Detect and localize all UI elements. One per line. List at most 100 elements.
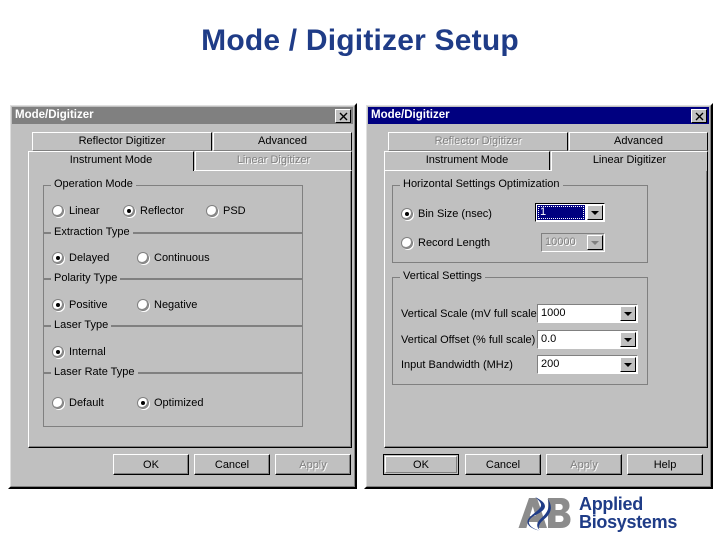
chevron-down-icon: [587, 235, 603, 250]
tab-instrument-mode[interactable]: Instrument Mode: [28, 151, 194, 171]
ok-button[interactable]: OK: [383, 454, 459, 475]
tab-label: Reflector Digitizer: [434, 135, 522, 147]
radio-laser-rate-default[interactable]: Default: [52, 397, 104, 409]
group-label: Vertical Settings: [400, 271, 485, 282]
record-length-combo: 10000: [541, 233, 605, 252]
left-dialog-title: Mode/Digitizer: [15, 109, 94, 121]
radio-dot-icon: [52, 299, 64, 311]
radio-dot-icon: [52, 252, 64, 264]
right-dialog-title: Mode/Digitizer: [371, 109, 450, 121]
vertical-scale-label: Vertical Scale (mV full scale): [401, 308, 541, 320]
group-label: Laser Type: [51, 320, 112, 331]
radio-dot-icon: [137, 397, 149, 409]
radio-dot-icon: [52, 346, 64, 358]
tab-advanced[interactable]: Advanced: [213, 132, 352, 151]
applied-biosystems-logo: Applied Biosystems: [515, 490, 715, 535]
button-label: OK: [413, 458, 429, 471]
input-bandwidth-value: 200: [541, 358, 560, 370]
radio-dot-icon: [401, 208, 413, 220]
button-label: Cancel: [485, 458, 521, 471]
tab-label: Instrument Mode: [69, 154, 153, 166]
close-icon[interactable]: [691, 108, 707, 123]
left-titlebar: Mode/Digitizer: [12, 107, 353, 124]
radio-dot-icon: [137, 252, 149, 264]
radio-laser-rate-optimized[interactable]: Optimized: [137, 397, 204, 409]
button-label: Apply: [299, 458, 327, 471]
logo-line-2: Biosystems: [579, 511, 678, 532]
input-bandwidth-combo[interactable]: 200: [537, 355, 638, 374]
radio-label: Optimized: [154, 397, 204, 409]
radio-operation-psd[interactable]: PSD: [206, 205, 246, 217]
mode-digitizer-dialog-left: Mode/Digitizer Reflector Digitizer Advan…: [8, 103, 357, 489]
group-label: Laser Rate Type: [51, 367, 138, 378]
tab-linear-digitizer[interactable]: Linear Digitizer: [195, 151, 352, 171]
radio-dot-icon: [52, 205, 64, 217]
help-button[interactable]: Help: [627, 454, 703, 475]
cancel-button[interactable]: Cancel: [194, 454, 270, 475]
radio-extraction-continuous[interactable]: Continuous: [137, 252, 210, 264]
vertical-offset-label: Vertical Offset (% full scale): [401, 334, 536, 346]
radio-label: Linear: [69, 205, 100, 217]
radio-label: Bin Size (nsec): [418, 208, 492, 220]
radio-polarity-negative[interactable]: Negative: [137, 299, 197, 311]
ok-button[interactable]: OK: [113, 454, 189, 475]
button-label: Apply: [570, 458, 598, 471]
tab-label: Instrument Mode: [425, 154, 509, 166]
bin-size-combo[interactable]: 1: [535, 203, 605, 222]
radio-operation-reflector[interactable]: Reflector: [123, 205, 184, 217]
radio-label: Record Length: [418, 237, 491, 249]
close-icon[interactable]: [335, 108, 351, 123]
radio-dot-icon: [52, 397, 64, 409]
page-title: Mode / Digitizer Setup: [201, 24, 519, 57]
vertical-scale-value: 1000: [541, 307, 566, 319]
radio-dot-icon: [206, 205, 218, 217]
radio-dot-icon: [401, 237, 413, 249]
radio-laser-internal[interactable]: Internal: [52, 346, 106, 358]
radio-operation-linear[interactable]: Linear: [52, 205, 100, 217]
radio-extraction-delayed[interactable]: Delayed: [52, 252, 109, 264]
mode-digitizer-dialog-right: Mode/Digitizer Reflector Digitizer Advan…: [364, 103, 713, 489]
radio-label: Positive: [69, 299, 108, 311]
radio-label: Default: [69, 397, 104, 409]
button-label: OK: [143, 458, 159, 471]
chevron-down-icon[interactable]: [620, 306, 636, 321]
button-label: Help: [653, 458, 677, 471]
group-label: Polarity Type: [51, 273, 121, 284]
vertical-offset-combo[interactable]: 0.0: [537, 330, 638, 349]
chevron-down-icon[interactable]: [620, 357, 636, 372]
button-label: Cancel: [214, 458, 250, 471]
radio-label: Negative: [154, 299, 198, 311]
tab-reflector-digitizer[interactable]: Reflector Digitizer: [388, 132, 568, 151]
apply-button: Apply: [275, 454, 351, 475]
tab-label: Advanced: [258, 135, 307, 147]
tab-linear-digitizer[interactable]: Linear Digitizer: [551, 151, 708, 171]
radio-bin-size[interactable]: Bin Size (nsec): [401, 208, 492, 220]
logo-wordmark: Applied Biosystems: [579, 495, 677, 531]
radio-label: Delayed: [69, 252, 110, 264]
chevron-down-icon[interactable]: [620, 332, 636, 347]
vertical-offset-value: 0.0: [541, 333, 557, 345]
radio-record-length[interactable]: Record Length: [401, 237, 490, 249]
tab-label: Linear Digitizer: [592, 154, 667, 166]
vertical-scale-combo[interactable]: 1000: [537, 304, 638, 323]
chevron-down-icon[interactable]: [587, 205, 603, 220]
radio-label: PSD: [223, 205, 246, 217]
tab-reflector-digitizer[interactable]: Reflector Digitizer: [32, 132, 212, 151]
tab-instrument-mode[interactable]: Instrument Mode: [384, 151, 550, 171]
cancel-button[interactable]: Cancel: [465, 454, 541, 475]
logo-line-1: Applied: [579, 493, 643, 514]
radio-polarity-positive[interactable]: Positive: [52, 299, 108, 311]
group-label: Horizontal Settings Optimization: [400, 179, 563, 190]
right-titlebar: Mode/Digitizer: [368, 107, 709, 124]
ab-logo-icon: [518, 496, 571, 530]
bin-size-value: 1: [537, 205, 585, 220]
radio-label: Internal: [69, 346, 106, 358]
group-label: Extraction Type: [51, 227, 133, 238]
group-horizontal-settings-optimization: Horizontal Settings Optimization: [392, 179, 648, 263]
tab-label: Reflector Digitizer: [78, 135, 166, 147]
input-bandwidth-label: Input Bandwidth (MHz): [401, 359, 513, 371]
tab-label: Linear Digitizer: [236, 154, 311, 166]
tab-advanced[interactable]: Advanced: [569, 132, 708, 151]
group-label: Operation Mode: [51, 179, 136, 190]
apply-button: Apply: [546, 454, 622, 475]
